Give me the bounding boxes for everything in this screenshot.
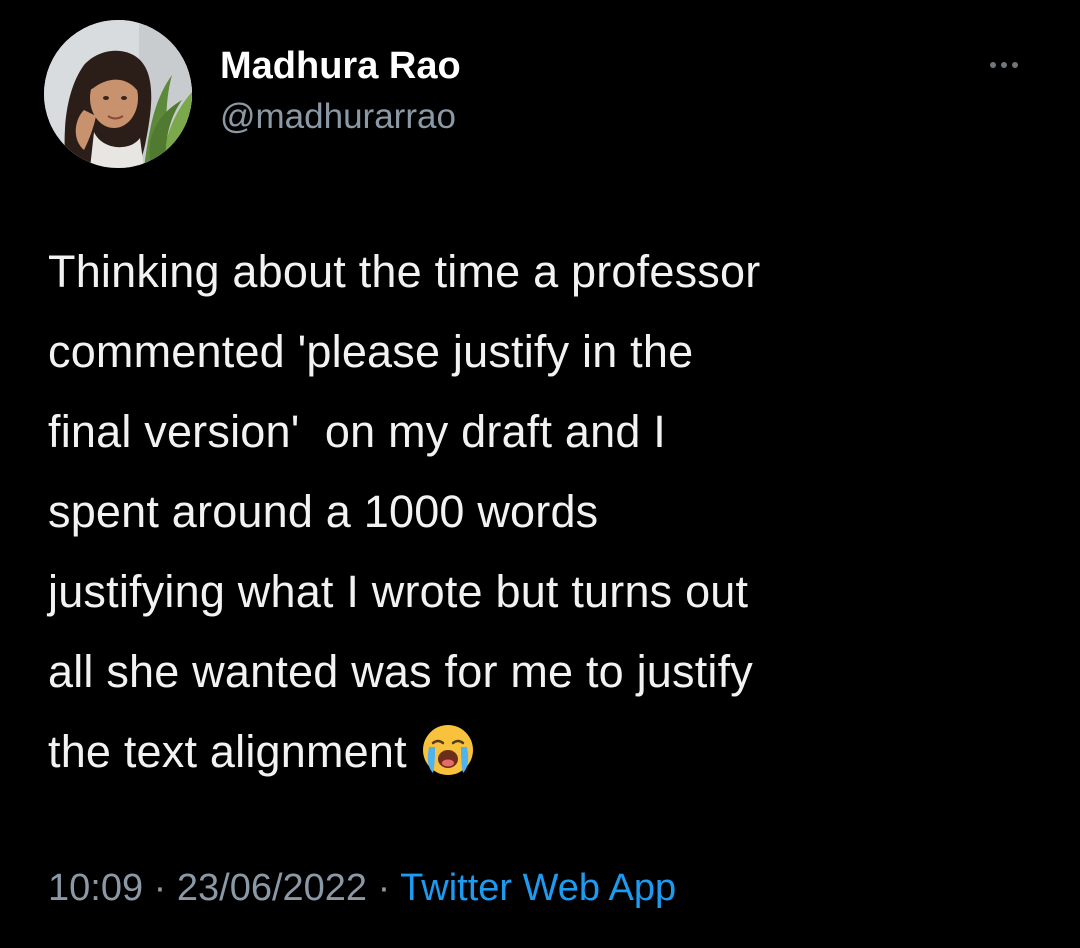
tweet-line: all she wanted was for me to justify [48, 646, 754, 697]
more-options-button[interactable] [974, 50, 1034, 80]
tweet-text: Thinking about the time a professor comme… [48, 232, 1048, 792]
tweet-line: spent around a 1000 words [48, 486, 599, 537]
tweet-header: Madhura Rao @madhurarrao [44, 20, 1044, 170]
tweet-source-link[interactable]: Twitter Web App [400, 867, 676, 909]
tweet-time[interactable]: 10:09 [48, 867, 143, 909]
user-names: Madhura Rao @madhurarrao [220, 42, 461, 140]
meta-separator: · [143, 867, 177, 909]
tweet-line: commented 'please justify in the [48, 326, 694, 377]
tweet-metadata: 10:09 · 23/06/2022 · Twitter Web App [48, 860, 676, 916]
tweet-line: the text alignment [48, 726, 407, 777]
meta-separator: · [367, 867, 401, 909]
tweet: Madhura Rao @madhurarrao Thinking about … [0, 0, 1080, 948]
avatar[interactable] [44, 20, 192, 168]
more-horizontal-icon-dot [1001, 62, 1007, 68]
profile-photo-icon [44, 20, 192, 168]
loudly-crying-face-icon [421, 722, 475, 776]
tweet-line: Thinking about the time a professor [48, 246, 761, 297]
display-name[interactable]: Madhura Rao [220, 42, 461, 90]
user-handle[interactable]: @madhurarrao [220, 94, 461, 140]
tweet-date[interactable]: 23/06/2022 [177, 867, 367, 909]
tweet-line: final version' on my draft and I [48, 406, 666, 457]
tweet-line: justifying what I wrote but turns out [48, 566, 749, 617]
more-horizontal-icon-dot [1012, 62, 1018, 68]
tweet-line-last: the text alignment [48, 712, 1048, 792]
more-horizontal-icon-dot [990, 62, 996, 68]
